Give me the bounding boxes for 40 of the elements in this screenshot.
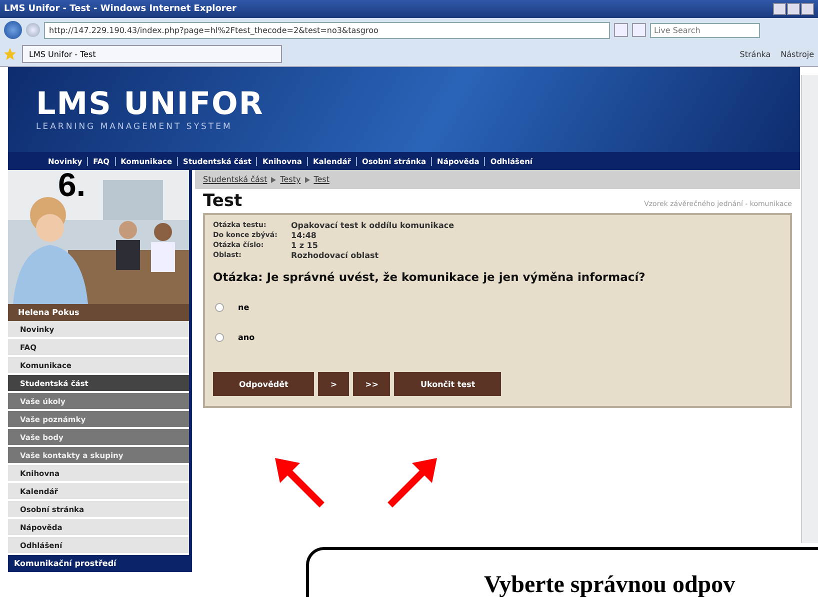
chevron-icon — [304, 176, 310, 182]
page-title: Test — [203, 191, 242, 211]
logo-text: LMS UNIFOR — [36, 89, 265, 120]
pointer-arrow — [388, 458, 437, 508]
question-text: Otázka: Je správné uvést, že komunikace je jen výměna informací? — [213, 270, 646, 284]
toolbar-menu[interactable]: Nástroje — [780, 50, 814, 58]
action-button[interactable]: Odpovědět — [213, 372, 314, 396]
close-button[interactable] — [801, 3, 814, 15]
address-bar[interactable]: http://147.229.190.43/index.php?page=hl%2Ftest_thecode=2&test=no3&tasgroo — [44, 22, 610, 38]
option-label: ne — [238, 302, 250, 312]
info-value: 1 z 15 — [291, 241, 319, 250]
step-number: 6. — [58, 168, 86, 201]
sidebar-footer[interactable]: Komunikační prostředí — [8, 555, 189, 572]
forward-button[interactable] — [26, 23, 40, 37]
action-button[interactable]: Ukončit test — [394, 372, 502, 396]
info-value: Rozhodovací oblast — [291, 251, 380, 260]
star-icon[interactable] — [4, 48, 16, 60]
minimize-button[interactable] — [773, 3, 786, 15]
action-button[interactable]: > — [318, 372, 350, 396]
callout-box: Vyberte správnou odpov — [306, 547, 818, 597]
browser-tab[interactable]: LMS Unifor - Test — [22, 45, 282, 63]
radio-button[interactable] — [215, 302, 224, 312]
back-button[interactable] — [4, 21, 22, 39]
breadcrumb-link[interactable]: Studentská část — [203, 175, 268, 184]
breadcrumb-link[interactable]: Testy — [280, 175, 301, 184]
info-value: 14:48 — [291, 231, 318, 240]
toolbar-menu[interactable]: Stránka — [740, 50, 771, 58]
scrollbar[interactable] — [801, 75, 818, 543]
maximize-button[interactable] — [787, 3, 800, 15]
search-field[interactable]: Live Search — [650, 22, 760, 38]
tagline: LEARNING MANAGEMENT SYSTEM — [36, 122, 234, 132]
radio-button[interactable] — [215, 332, 224, 342]
info-value: Opakovací test k oddílu komunikace — [291, 221, 456, 230]
user-name: Helena Pokus — [8, 304, 189, 321]
window-title: LMS Unifor - Test - Windows Internet Explorer — [4, 4, 236, 14]
chevron-icon — [271, 176, 276, 182]
breadcrumb-link[interactable]: Test — [314, 175, 330, 184]
option-label: ano — [238, 332, 255, 342]
action-button[interactable]: >> — [353, 372, 390, 396]
pointer-arrow — [275, 458, 324, 508]
